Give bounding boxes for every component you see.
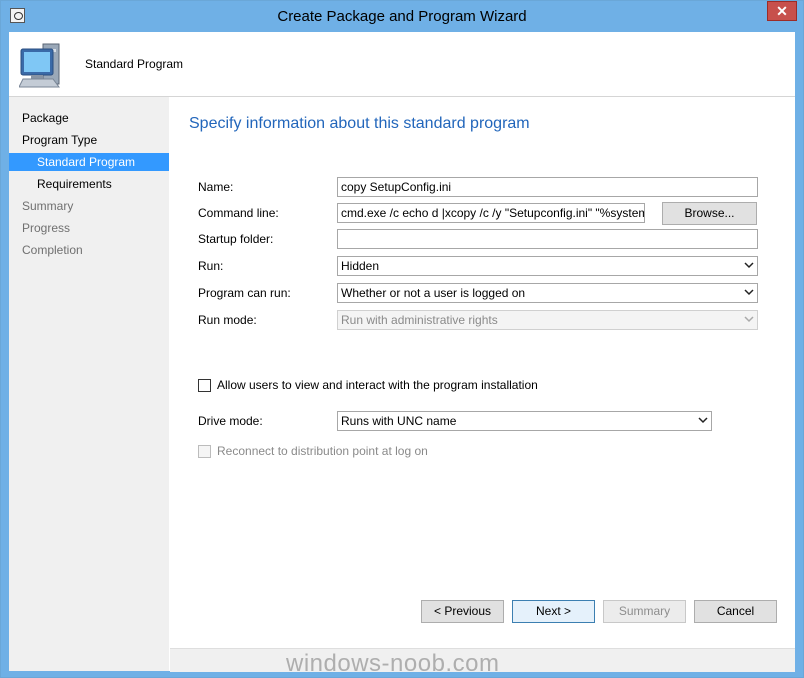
program-can-run-value: Whether or not a user is logged on [341,286,526,300]
close-button[interactable]: ✕ [767,1,797,21]
nav-item-standard-program: Standard Program [9,153,169,171]
nav-item-requirements: Requirements [9,175,169,193]
previous-button[interactable]: < Previous [421,600,504,623]
nav-item-program-type: Program Type [9,131,169,149]
chevron-down-icon [744,262,754,269]
nav-item-label: Progress [22,221,71,235]
chevron-down-icon [744,316,754,323]
wizard-window: Create Package and Program Wizard ✕ Stan… [0,0,804,678]
nav-item-label: Summary [22,199,74,213]
nav-item-label: Package [22,111,69,125]
run-mode-value: Run with administrative rights [341,313,498,327]
command-line-field[interactable]: cmd.exe /c echo d |xcopy /c /y "Setupcon… [337,203,645,223]
nav-item-label: Program Type [22,133,98,147]
cancel-button[interactable]: Cancel [694,600,777,623]
name-label: Name: [198,180,234,194]
wizard-nav: Package Program Type Standard Program Re… [9,97,169,671]
drive-mode-value: Runs with UNC name [341,414,457,428]
chevron-down-icon [744,289,754,296]
command-line-label: Command line: [198,206,279,220]
drive-mode-label: Drive mode: [198,414,263,428]
summary-button: Summary [603,600,686,623]
nav-item-label: Completion [22,243,83,257]
nav-item-label: Standard Program [37,155,136,169]
run-select-value: Hidden [341,259,380,273]
nav-item-summary: Summary [9,197,169,215]
title-bar[interactable]: Create Package and Program Wizard ✕ [1,1,803,32]
page-header-title: Standard Program [85,57,184,71]
wizard-header: Standard Program [9,32,795,97]
allow-users-checkbox[interactable] [198,379,211,392]
browse-button[interactable]: Browse... [662,202,757,225]
allow-users-label: Allow users to view and interact with th… [217,378,538,392]
nav-item-progress: Progress [9,219,169,237]
program-can-run-label: Program can run: [198,286,291,300]
run-mode-label: Run mode: [198,313,257,327]
run-mode-select: Run with administrative rights [337,310,758,330]
nav-item-label: Requirements [37,177,112,191]
next-button[interactable]: Next > [512,600,595,623]
startup-folder-field[interactable] [337,229,758,249]
program-can-run-select[interactable]: Whether or not a user is logged on [337,283,758,303]
reconnect-label: Reconnect to distribution point at log o… [217,444,428,458]
reconnect-checkbox [198,445,211,458]
run-select[interactable]: Hidden [337,256,758,276]
chevron-down-icon [698,417,708,424]
wizard-client: Standard Program Package Program Type St… [9,32,795,672]
nav-item-package: Package [9,109,169,127]
page-heading: Specify information about this standard … [189,115,530,132]
watermark: windows-noob.com [286,650,500,677]
drive-mode-select[interactable]: Runs with UNC name [337,411,712,431]
run-label: Run: [198,259,224,273]
window-title: Create Package and Program Wizard [277,8,527,25]
nav-item-completion: Completion [9,241,169,259]
wizard-main: Specify information about this standard … [170,97,795,672]
name-field[interactable]: copy SetupConfig.ini [337,177,758,197]
computer-icon [19,43,60,88]
startup-folder-label: Startup folder: [198,232,274,246]
